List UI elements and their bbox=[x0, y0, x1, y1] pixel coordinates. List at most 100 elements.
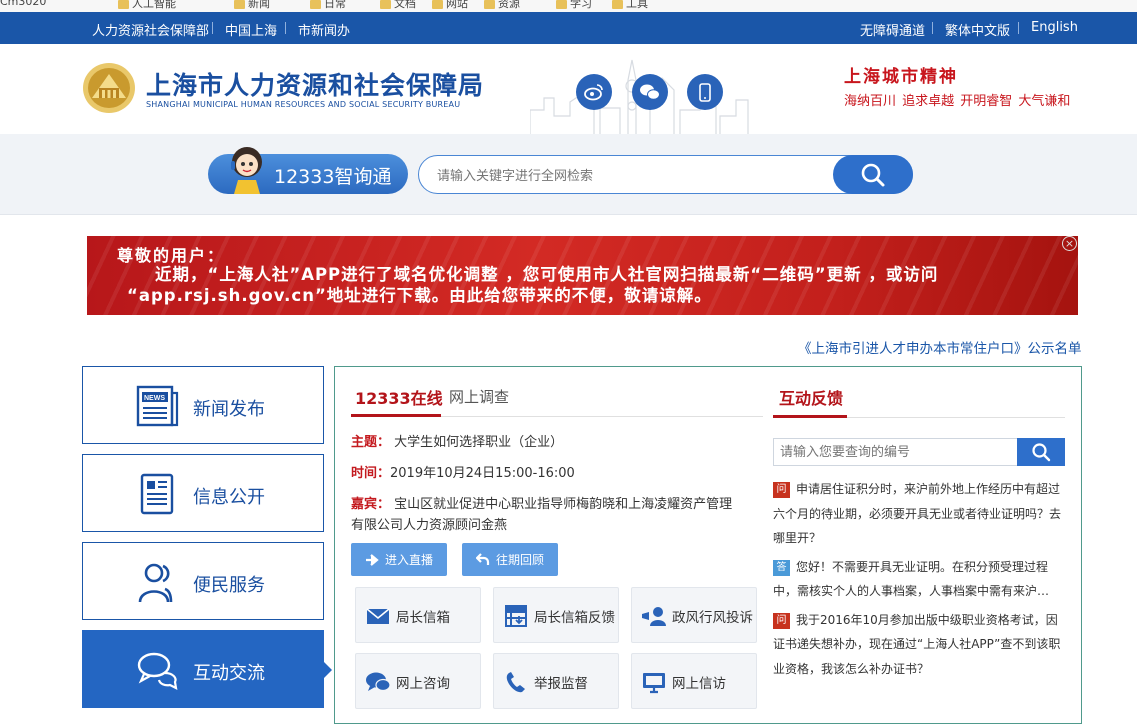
bookmark-item[interactable]: 新闻 bbox=[234, 0, 270, 11]
search-icon bbox=[861, 163, 885, 186]
service-label: 网上咨询 bbox=[396, 676, 450, 692]
site-search-box bbox=[418, 155, 913, 194]
interaction-panel: 12333在线 网上调查 主题： 大学生如何选择职业（企业） 时间：2019年1… bbox=[334, 366, 1082, 724]
past-review-label: 往期回顾 bbox=[495, 553, 544, 567]
undo-icon bbox=[475, 553, 490, 565]
assistant-avatar-icon bbox=[231, 147, 262, 194]
service-online-petition[interactable]: 网上信访 bbox=[631, 653, 757, 709]
search-button[interactable] bbox=[833, 155, 913, 194]
complaint-icon bbox=[642, 607, 666, 626]
nav-public-services[interactable]: 便民服务 bbox=[82, 542, 324, 620]
nav-news-release[interactable]: NEWS 新闻发布 bbox=[82, 366, 324, 444]
city-spirit-title: 上海城市精神 bbox=[844, 67, 958, 87]
bookmark-item[interactable]: 人工智能 bbox=[118, 0, 176, 11]
divider bbox=[932, 22, 933, 34]
time-value: 2019年10月24日15:00-16:00 bbox=[390, 466, 575, 481]
link-mohrss[interactable]: 人力资源社会保障部 bbox=[92, 20, 209, 39]
tab-12333-online[interactable]: 12333在线 bbox=[355, 385, 443, 409]
service-label: 政风行风投诉 bbox=[672, 610, 753, 626]
folder-icon bbox=[310, 0, 321, 9]
service-mailbox-feedback[interactable]: 局长信箱反馈 bbox=[493, 587, 619, 643]
feedback-text: 您好！不需要开具无业证明。在积分预受理过程中，需核实个人的人事档案，人事档案中需… bbox=[773, 559, 1050, 599]
folder-icon bbox=[612, 0, 623, 9]
service-report-supervision[interactable]: 举报监督 bbox=[493, 653, 619, 709]
tab-online-survey[interactable]: 网上调查 bbox=[449, 386, 509, 407]
bookmark-item[interactable]: 日常 bbox=[310, 0, 346, 11]
guest-value: 宝山区就业促进中心职业指导师梅韵晓和上海凌耀资产管理 bbox=[394, 497, 733, 512]
svg-text:NEWS: NEWS bbox=[144, 395, 165, 402]
mobile-app-icon[interactable] bbox=[687, 74, 723, 110]
close-icon[interactable]: × bbox=[1062, 236, 1077, 251]
phone-icon bbox=[506, 672, 525, 693]
divider bbox=[285, 22, 286, 34]
document-icon bbox=[140, 473, 174, 515]
link-traditional-chinese[interactable]: 繁体中文版 bbox=[945, 20, 1010, 39]
weibo-icon[interactable] bbox=[576, 74, 612, 110]
link-english[interactable]: English bbox=[1031, 20, 1078, 35]
active-indicator bbox=[323, 661, 332, 679]
site-search-input[interactable] bbox=[437, 165, 817, 185]
bookmark-item[interactable]: 学习 bbox=[556, 0, 592, 11]
mail-icon bbox=[366, 608, 390, 624]
feedback-answer[interactable]: 答您好！不需要开具无业证明。在积分预受理过程中，需核实个人的人事档案，人事档案中… bbox=[773, 555, 1065, 604]
top-nav-bar: 人力资源社会保障部 中国上海 市新闻办 无障碍通道 繁体中文版 English bbox=[0, 12, 1137, 44]
announcement-ticker[interactable]: 《上海市引进人才申办本市常住户口》公示名单 bbox=[798, 337, 1084, 357]
time-row: 时间：2019年10月24日15:00-16:00 bbox=[351, 462, 575, 481]
bookmark-item[interactable]: 资源 bbox=[484, 0, 520, 11]
bookmark-item[interactable]: Cm3020 bbox=[0, 0, 46, 8]
service-online-consult[interactable]: 网上咨询 bbox=[355, 653, 481, 709]
topic-key: 主题： bbox=[351, 435, 391, 450]
folder-icon bbox=[556, 0, 567, 9]
feedback-question[interactable]: 问申请居住证积分时，来沪前外地上作经历中有超过六个月的待业期，必须要开具无业或者… bbox=[773, 477, 1065, 551]
bureau-emblem-icon[interactable] bbox=[82, 62, 136, 114]
nav-info-disclosure[interactable]: 信息公开 bbox=[82, 454, 324, 532]
city-spirit-slogan: 海纳百川 追求卓越 开明睿智 大气谦和 bbox=[844, 94, 1071, 109]
feedback-search-input[interactable] bbox=[780, 444, 1010, 459]
service-label: 局长信箱 bbox=[396, 610, 450, 626]
service-director-mailbox[interactable]: 局长信箱 bbox=[355, 587, 481, 643]
notice-banner[interactable]: 尊敬的用户： 近期，“上海人社”APP进行了域名优化调整 ，您可使用市人社官网扫… bbox=[87, 236, 1078, 315]
folder-icon bbox=[432, 0, 443, 9]
guest-row: 嘉宾： 宝山区就业促进中心职业指导师梅韵晓和上海凌耀资产管理 bbox=[351, 493, 732, 512]
divider bbox=[1018, 22, 1019, 34]
link-press-office[interactable]: 市新闻办 bbox=[298, 20, 350, 39]
topic-row[interactable]: 主题： 大学生如何选择职业（企业） bbox=[351, 431, 563, 450]
site-title[interactable]: 上海市人力资源和社会保障局 bbox=[146, 66, 484, 102]
search-icon bbox=[1032, 443, 1051, 462]
nav-label: 信息公开 bbox=[193, 487, 265, 508]
feedback-search-button[interactable] bbox=[1017, 438, 1065, 466]
link-china-shanghai[interactable]: 中国上海 bbox=[225, 20, 277, 39]
feedback-list: 问申请居住证积分时，来沪前外地上作经历中有超过六个月的待业期，必须要开具无业或者… bbox=[773, 477, 1065, 721]
guest-row-cont: 有限公司人力资源顾问金燕 bbox=[351, 518, 508, 533]
nav-label: 便民服务 bbox=[193, 575, 265, 596]
link-accessibility[interactable]: 无障碍通道 bbox=[860, 20, 925, 39]
users-icon bbox=[138, 563, 173, 603]
feedback-search bbox=[773, 438, 1065, 466]
topic-value: 大学生如何选择职业（企业） bbox=[394, 435, 564, 450]
service-conduct-complaint[interactable]: 政风行风投诉 bbox=[631, 587, 757, 643]
past-review-button[interactable]: 往期回顾 bbox=[462, 543, 558, 576]
service-label: 网上信访 bbox=[672, 676, 726, 692]
newspaper-icon: NEWS bbox=[136, 385, 179, 427]
enter-live-button[interactable]: 进入直播 bbox=[351, 543, 447, 576]
monitor-icon bbox=[643, 673, 665, 694]
assistant-label: 12333智询通 bbox=[274, 166, 392, 188]
wechat-icon[interactable] bbox=[632, 74, 668, 110]
feedback-question[interactable]: 问我于2016年10月参加出版中级职业资格考试，因证书递失想补办，现在通过“上海… bbox=[773, 608, 1065, 682]
bookmark-item[interactable]: 工具 bbox=[612, 0, 648, 11]
chat-bubbles-icon bbox=[137, 652, 178, 690]
answer-tag: 答 bbox=[773, 559, 790, 576]
bookmark-item[interactable]: 文档 bbox=[380, 0, 416, 11]
active-tab-underline bbox=[773, 415, 847, 418]
feedback-text: 申请居住证积分时，来沪前外地上作经历中有超过六个月的待业期，必须要开具无业或者待… bbox=[773, 482, 1062, 545]
site-header: 上海市人力资源和社会保障局 SHANGHAI MUNICIPAL HUMAN R… bbox=[0, 44, 1137, 134]
arrow-right-icon bbox=[365, 553, 379, 566]
bookmark-item[interactable]: 网站 bbox=[432, 0, 468, 11]
time-key: 时间： bbox=[351, 466, 391, 481]
feedback-text: 我于2016年10月参加出版中级职业资格考试，因证书递失想补办，现在通过“上海人… bbox=[773, 612, 1061, 676]
folder-icon bbox=[484, 0, 495, 9]
nav-interaction[interactable]: 互动交流 bbox=[82, 630, 332, 708]
chat-icon bbox=[366, 672, 391, 692]
bookmarks-bar: Cm3020 人工智能 新闻 日常 文档 网站 资源 学习 工具 bbox=[0, 0, 1137, 12]
feedback-title[interactable]: 互动反馈 bbox=[779, 385, 843, 409]
